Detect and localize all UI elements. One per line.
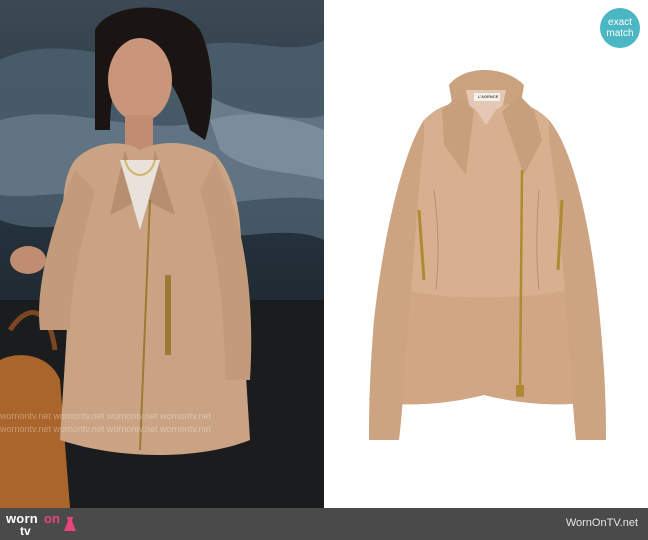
exact-match-badge: exact match [600, 8, 640, 48]
watermark-text: wornontv.net [106, 411, 158, 421]
product-photo: L'AGENCE [324, 0, 648, 508]
logo-tv: tv [20, 524, 31, 538]
footer-bar: worn on tv WornOnTV.net [0, 508, 648, 540]
watermark-text: wornontv.net [0, 411, 51, 421]
watermark-text: wornontv.net [53, 411, 105, 421]
watermark-text: wornontv.net [53, 424, 105, 434]
logo-on: on [44, 511, 60, 526]
dress-icon [64, 517, 76, 531]
watermark-text: wornontv.net [160, 424, 212, 434]
badge-line-2: match [606, 28, 634, 39]
brand-label: L'AGENCE [477, 94, 499, 99]
footer-site-name[interactable]: WornOnTV.net [566, 517, 638, 529]
watermark-text: wornontv.net [0, 424, 51, 434]
watermark-text: wornontv.net [160, 411, 212, 421]
scene-photo: wornontv.net wornontv.net wornontv.net w… [0, 0, 324, 508]
badge-line-1: exact [608, 17, 632, 28]
wornontv-logo[interactable]: worn on tv [6, 510, 86, 538]
jacket-illustration [369, 70, 606, 440]
watermark-band: wornontv.net wornontv.net wornontv.net w… [0, 410, 324, 436]
watermark-text: wornontv.net [106, 424, 158, 434]
